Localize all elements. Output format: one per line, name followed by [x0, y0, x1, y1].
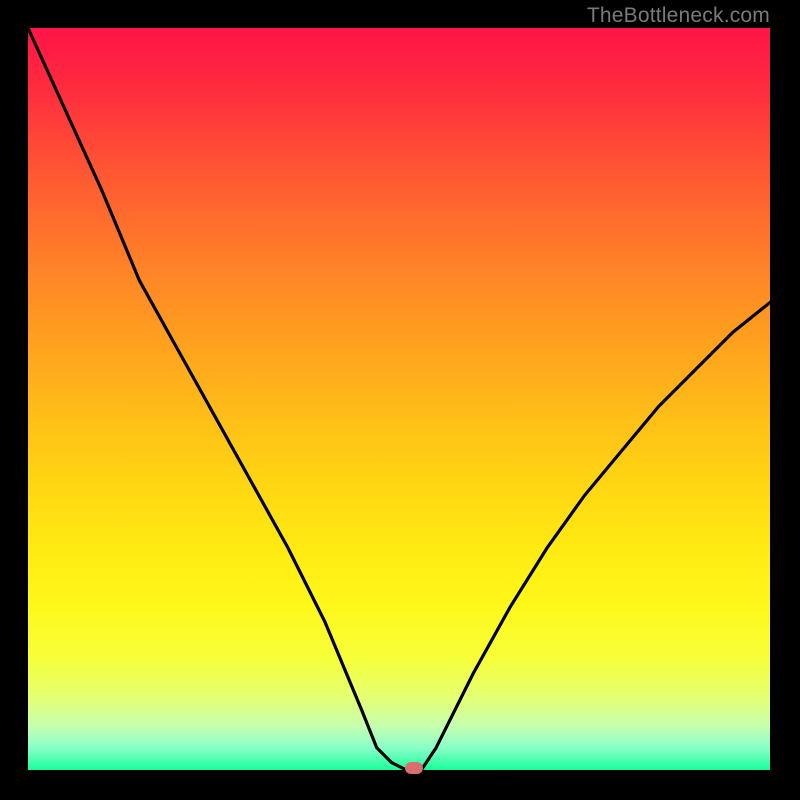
chart-frame: TheBottleneck.com	[0, 0, 800, 800]
watermark-text: TheBottleneck.com	[587, 4, 770, 28]
bottleneck-curve	[28, 28, 770, 770]
plot-area	[28, 28, 770, 770]
minimum-marker	[405, 762, 423, 774]
curve-path	[28, 28, 770, 770]
